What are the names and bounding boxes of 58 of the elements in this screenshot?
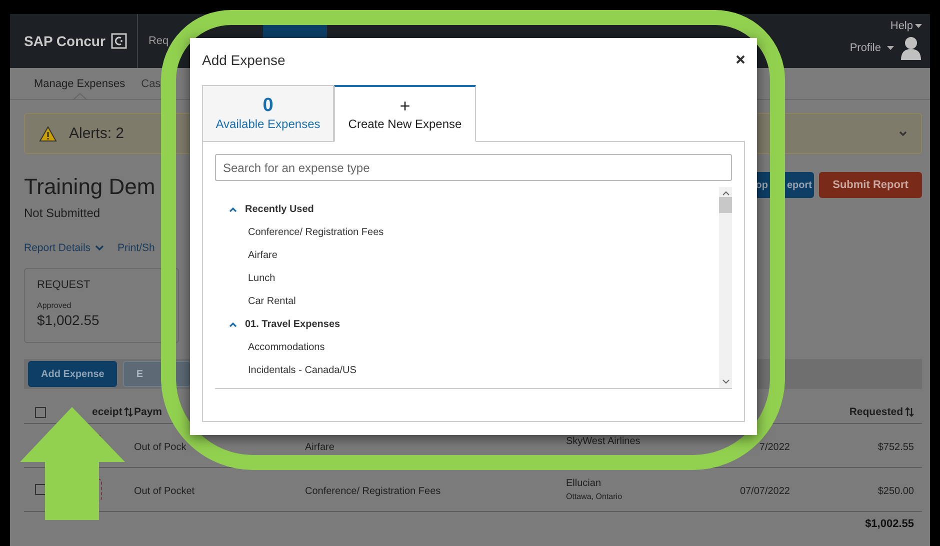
search-field[interactable]: Search for an expense type: [215, 154, 732, 181]
card-heading: REQUEST: [37, 279, 92, 291]
logo[interactable]: SAP Concur: [24, 14, 138, 68]
caret-icon: [915, 24, 922, 28]
expense-type-item[interactable]: Incidentals - Canada/US: [215, 359, 719, 382]
profile-menu[interactable]: Profile: [850, 42, 881, 54]
scrollbar-thumb[interactable]: [719, 197, 732, 213]
expense-type-item[interactable]: Conference/ Registration Fees: [215, 221, 719, 244]
nav-tab[interactable]: Req: [142, 14, 175, 68]
expense-type-item[interactable]: Airfare: [215, 244, 719, 267]
column-header[interactable]: Requested: [849, 406, 914, 418]
total-amount: $1,002.55: [865, 518, 914, 530]
table-cell-text: Airfare: [305, 442, 336, 453]
warning-icon: [39, 126, 57, 142]
caret-icon: [229, 207, 237, 212]
table-cell-text: SkyWest Airlines: [566, 436, 642, 447]
group-heading[interactable]: 01. Travel Expenses: [245, 319, 340, 330]
scroll-down-icon[interactable]: [722, 379, 730, 385]
expense-type-item[interactable]: Car Rental: [215, 290, 719, 313]
caret-icon: [229, 322, 237, 327]
table-cell-text: Ellucian: [566, 478, 602, 489]
dialog-tab[interactable]: 0 Available Expenses: [202, 85, 334, 142]
submit-button[interactable]: Submit Report: [819, 172, 922, 198]
report-status: Not Submitted: [24, 206, 102, 220]
sort-icon[interactable]: [124, 407, 134, 417]
scroll-up-icon[interactable]: [722, 190, 730, 196]
expense-type-item[interactable]: Lunch: [215, 267, 719, 290]
help-menu[interactable]: Help: [890, 20, 913, 32]
column-header[interactable]: Paym: [134, 406, 162, 418]
caret-icon: [887, 46, 894, 50]
chevron-icon: [899, 131, 907, 136]
expense-type-item[interactable]: Accommodations: [215, 336, 719, 359]
dialog-tab[interactable]: + Create New Expense: [334, 85, 476, 142]
card-status: Approved: [37, 301, 72, 310]
close-icon: [736, 54, 745, 64]
group-heading[interactable]: Recently Used: [245, 204, 314, 215]
table-cell: $752.55: [878, 442, 914, 453]
chevron-icon: [94, 245, 104, 251]
alert-text: Alerts: 2: [69, 125, 124, 142]
card-amount: $1,002.55: [37, 312, 100, 328]
subnav-tab[interactable]: Cas: [141, 78, 161, 90]
report-title: Training Dem: [24, 174, 156, 200]
avatar-icon[interactable]: [900, 36, 922, 60]
column-header[interactable]: eceipt: [92, 406, 134, 418]
table-cell-text: Out of Pocket: [134, 486, 196, 497]
dialog-title: Add Expense: [202, 52, 286, 68]
close-button[interactable]: [736, 54, 745, 64]
table-cell-text: Conference/ Registration Fees: [305, 486, 442, 497]
scrollbar[interactable]: [719, 187, 732, 388]
vendor-location: Ottawa, Ontario: [566, 492, 624, 501]
sort-icon[interactable]: [905, 407, 914, 417]
subnav-tab[interactable]: Manage Expenses: [34, 78, 126, 90]
table-cell: 07/07/2022: [740, 486, 790, 497]
table-cell: $250.00: [878, 486, 914, 497]
toolbar-button[interactable]: Add Expense: [28, 361, 118, 387]
table-cell: 7/2022: [759, 442, 790, 453]
table-cell-text: Out of Pock: [134, 442, 188, 453]
checkbox[interactable]: [35, 484, 46, 495]
